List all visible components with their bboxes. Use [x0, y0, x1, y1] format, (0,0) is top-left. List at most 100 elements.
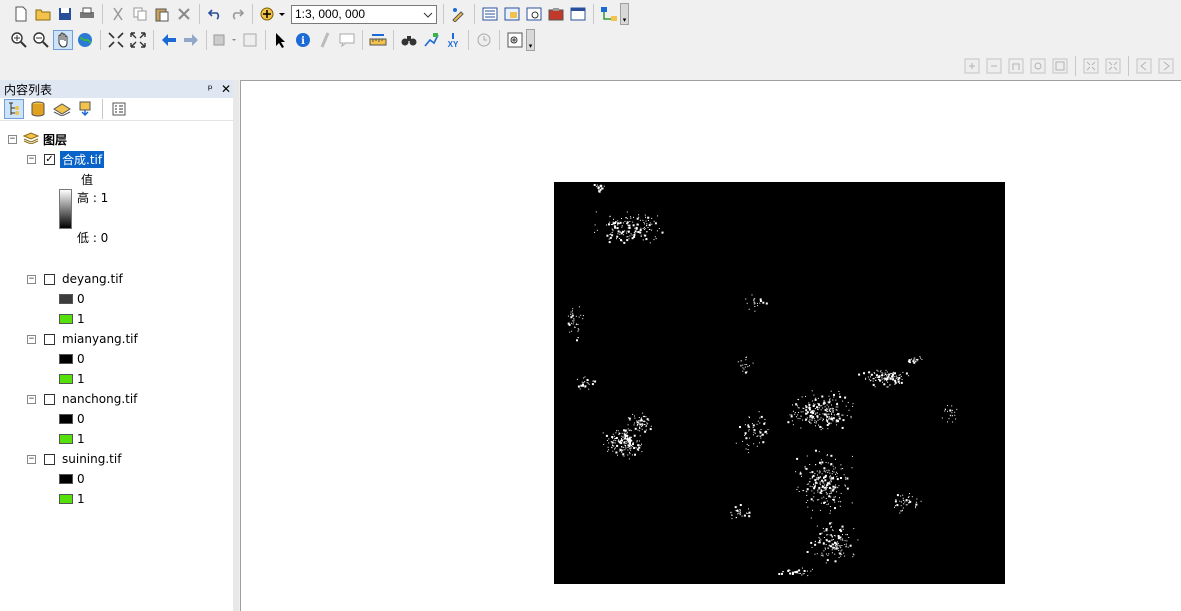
layer-name[interactable]: suining.tif: [62, 452, 121, 466]
toolbar-overflow-button-2[interactable]: ▾: [526, 29, 535, 51]
zoom-100-icon[interactable]: [1050, 56, 1070, 76]
raster-pixel: [822, 482, 824, 484]
layout-zoom-out-icon[interactable]: [984, 56, 1004, 76]
paste-icon[interactable]: [152, 4, 172, 24]
hyperlink-icon[interactable]: [315, 30, 335, 50]
layer-name[interactable]: nanchong.tif: [62, 392, 137, 406]
cut-icon[interactable]: [108, 4, 128, 24]
forward-extent-icon[interactable]: [181, 30, 201, 50]
find-icon[interactable]: [399, 30, 419, 50]
layer-name[interactable]: deyang.tif: [62, 272, 123, 286]
layer-visibility-checkbox[interactable]: [44, 333, 55, 345]
select-features-icon[interactable]: [212, 30, 238, 50]
layer-visibility-checkbox[interactable]: ✓: [44, 153, 55, 165]
raster-pixel: [835, 542, 837, 544]
raster-pixel: [896, 504, 899, 507]
print-icon[interactable]: [77, 4, 97, 24]
open-folder-icon[interactable]: [33, 4, 53, 24]
raster-pixel: [902, 509, 903, 511]
close-icon[interactable]: ✕: [221, 82, 231, 96]
raster-pixel: [882, 381, 883, 383]
layer-suining[interactable]: − suining.tif: [27, 450, 121, 468]
undo-icon[interactable]: [205, 4, 225, 24]
raster-pixel: [626, 437, 629, 440]
toc-options-icon[interactable]: [109, 99, 129, 119]
layers-stack-icon: [22, 131, 40, 147]
raster-pixel: [641, 443, 642, 445]
new-document-icon[interactable]: [11, 4, 31, 24]
raster-pixel: [629, 228, 631, 229]
collapse-icon[interactable]: −: [27, 454, 36, 464]
arctoolbox-icon[interactable]: [546, 4, 566, 24]
fixed-zoom-in-icon[interactable]: [106, 30, 126, 50]
zoom-whole-page-icon[interactable]: [1028, 56, 1048, 76]
collapse-icon[interactable]: −: [27, 154, 36, 164]
map-display[interactable]: [240, 80, 1181, 611]
editor-toolbar-icon[interactable]: [449, 4, 469, 24]
raster-pixel: [815, 485, 816, 487]
layout-zoom-in-icon[interactable]: [962, 56, 982, 76]
layers-root[interactable]: − 图层: [8, 130, 67, 148]
collapse-icon[interactable]: −: [27, 334, 36, 344]
fixed-zoom-out-layout-icon[interactable]: [1103, 56, 1123, 76]
collapse-icon[interactable]: −: [27, 394, 36, 404]
layer-name[interactable]: mianyang.tif: [62, 332, 138, 346]
raster-pixel: [886, 377, 889, 380]
layer-composite[interactable]: − ✓ 合成.tif: [27, 150, 105, 168]
layer-visibility-checkbox[interactable]: [44, 393, 55, 405]
layer-nanchong[interactable]: − nanchong.tif: [27, 390, 137, 408]
layer-mianyang[interactable]: − mianyang.tif: [27, 330, 138, 348]
redo-icon[interactable]: [227, 4, 247, 24]
fixed-zoom-out-icon[interactable]: [128, 30, 148, 50]
zoom-in-icon[interactable]: [9, 30, 29, 50]
identify-icon[interactable]: i: [293, 30, 313, 50]
layer-name[interactable]: 合成.tif: [60, 150, 105, 168]
raster-pixel: [839, 546, 841, 548]
measure-icon[interactable]: [368, 30, 388, 50]
copy-icon[interactable]: [130, 4, 150, 24]
raster-pixel: [807, 575, 809, 577]
catalog-window-icon[interactable]: [502, 4, 522, 24]
collapse-icon[interactable]: −: [8, 134, 17, 144]
back-extent-icon[interactable]: [159, 30, 179, 50]
viewer-window-icon[interactable]: [505, 30, 525, 50]
add-data-icon[interactable]: [258, 4, 288, 24]
select-elements-icon[interactable]: [271, 30, 291, 50]
layout-pan-icon[interactable]: [1006, 56, 1026, 76]
time-slider-icon[interactable]: [474, 30, 494, 50]
search-window-icon[interactable]: [524, 4, 544, 24]
find-route-icon[interactable]: [421, 30, 441, 50]
layer-visibility-checkbox[interactable]: [44, 453, 55, 465]
save-icon[interactable]: [55, 4, 75, 24]
clear-selection-icon[interactable]: [240, 30, 260, 50]
go-back-extent-layout-icon[interactable]: [1134, 56, 1154, 76]
raster-pixel: [875, 377, 877, 378]
layer-visibility-checkbox[interactable]: [44, 273, 55, 285]
collapse-icon[interactable]: −: [27, 274, 36, 284]
go-forward-extent-layout-icon[interactable]: [1156, 56, 1176, 76]
fixed-zoom-in-layout-icon[interactable]: [1081, 56, 1101, 76]
list-by-selection-icon[interactable]: [76, 99, 96, 119]
map-scale-combobox[interactable]: 1:3, 000, 000: [291, 4, 437, 24]
list-by-source-icon[interactable]: [28, 99, 48, 119]
python-window-icon[interactable]: [568, 4, 588, 24]
delete-icon[interactable]: [174, 4, 194, 24]
toolbar-overflow-button[interactable]: ▾: [620, 3, 629, 25]
zoom-out-icon[interactable]: [31, 30, 51, 50]
pan-icon[interactable]: [53, 30, 73, 50]
pin-icon[interactable]: ᵖ: [208, 82, 213, 96]
html-popup-icon[interactable]: [337, 30, 357, 50]
raster-pixel: [951, 405, 953, 407]
list-by-visibility-icon[interactable]: [52, 99, 72, 119]
layer-deyang[interactable]: − deyang.tif: [27, 270, 123, 288]
list-by-drawing-order-icon[interactable]: [4, 99, 24, 119]
full-extent-icon[interactable]: [75, 30, 95, 50]
model-builder-icon[interactable]: [599, 4, 619, 24]
raster-pixel: [836, 546, 838, 548]
toc-window-icon[interactable]: [480, 4, 500, 24]
raster-pixel: [909, 493, 910, 495]
toc-splitter[interactable]: [233, 80, 239, 611]
raster-pixel: [731, 518, 733, 520]
raster-pixel: [649, 428, 652, 431]
go-to-xy-icon[interactable]: XY: [443, 30, 463, 50]
